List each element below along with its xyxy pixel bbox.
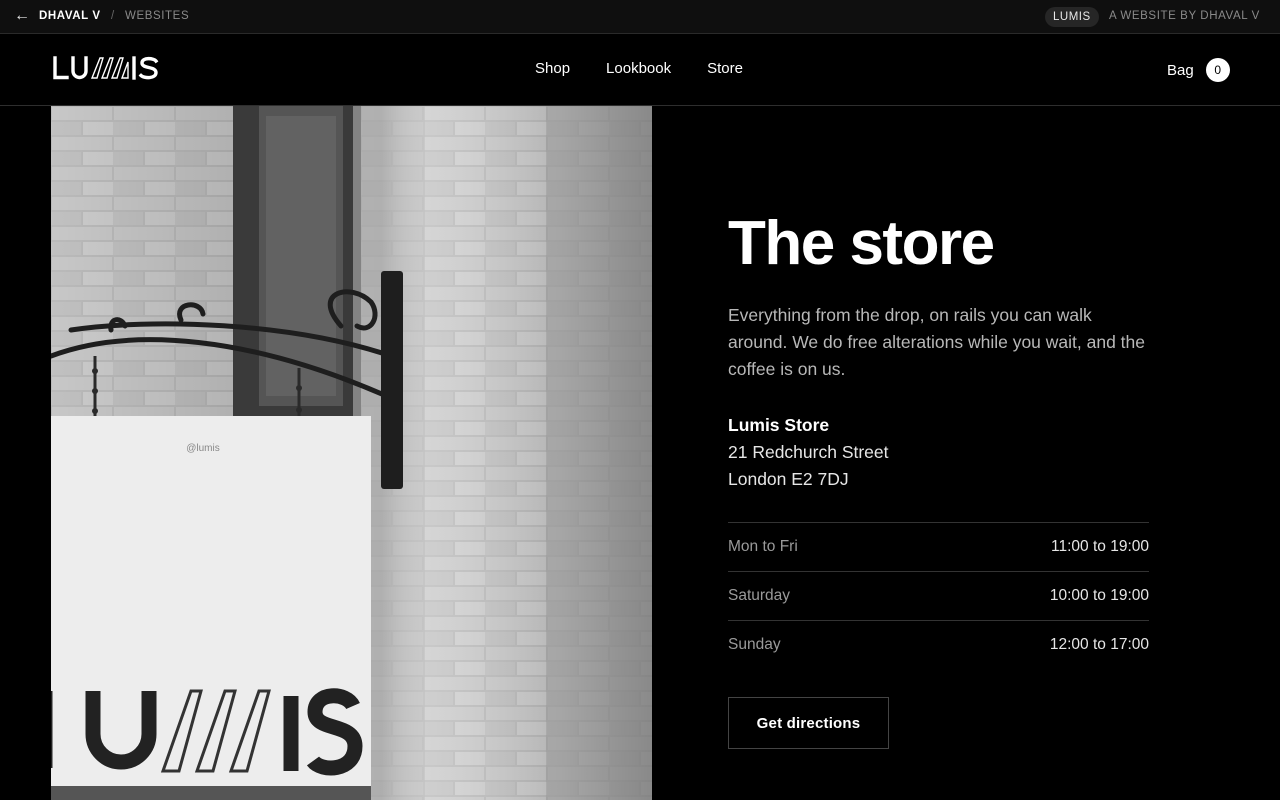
sign-handle-text: @lumis [186,443,220,454]
hours-row: Mon to Fri 11:00 to 19:00 [728,522,1149,571]
store-sign-photo: @lumis [51,106,652,800]
nav-store[interactable]: Store [707,60,743,78]
store-sign-illustration: @lumis [51,106,652,800]
hours-time: 10:00 to 19:00 [1049,587,1149,604]
breadcrumb-separator: / [111,10,115,22]
top-meta-bar: ← DHAVAL V / WEBSITES LUMIS A WEBSITE BY… [0,0,1280,34]
opening-hours: Mon to Fri 11:00 to 19:00 Saturday 10:00… [728,522,1149,669]
hours-day: Mon to Fri [728,538,798,555]
bag-label: Bag [1167,61,1194,79]
address-line-2: London E2 7DJ [728,469,849,489]
lumis-logo[interactable] [53,56,159,85]
hours-time: 11:00 to 19:00 [1051,538,1149,555]
bag-count-badge: 0 [1205,58,1230,82]
nav-shop[interactable]: Shop [535,60,570,78]
hours-day: Saturday [728,587,791,604]
page-title: The store [728,209,995,278]
store-intro: Everything from the drop, on rails you c… [728,305,1146,379]
bag-button[interactable]: Bag 0 [1167,58,1230,82]
nav-lookbook[interactable]: Lookbook [606,60,671,78]
hours-day: Sunday [728,636,781,653]
site-name-pill: LUMIS [1045,7,1099,27]
lumis-logo-mark [53,56,159,80]
site-header: Shop Lookbook Store Bag 0 [0,34,1280,106]
address-line-1: 21 Redchurch Street [728,442,889,462]
hours-time: 12:00 to 17:00 [1049,636,1149,653]
get-directions-button[interactable]: Get directions [728,697,889,749]
store-name: Lumis Store [728,415,830,435]
breadcrumb-owner[interactable]: DHAVAL V [39,10,101,22]
hours-row: Saturday 10:00 to 19:00 [728,571,1149,620]
breadcrumb-section[interactable]: WEBSITES [125,10,189,22]
hours-row: Sunday 12:00 to 17:00 [728,620,1149,669]
main-nav: Shop Lookbook Store [535,60,743,78]
site-credit: A WEBSITE BY DHAVAL V [1109,10,1260,22]
back-arrow-icon[interactable]: ← [14,6,30,26]
